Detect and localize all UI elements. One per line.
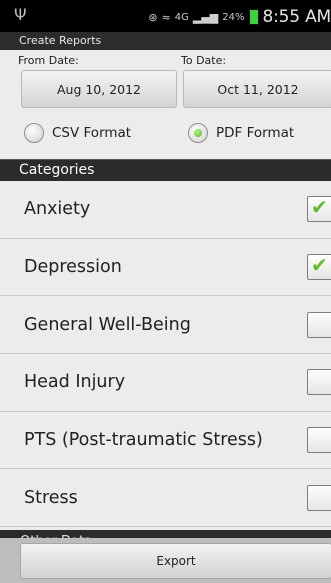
network-type: 4G [174, 11, 189, 23]
category-label: General Well-Being [24, 314, 191, 335]
anxiety-checkbox[interactable] [307, 195, 331, 223]
pts-checkbox[interactable] [307, 427, 331, 454]
to-date-label: To Date: [181, 54, 227, 67]
sync-icon: ⊛ [148, 10, 158, 24]
wifi-off-icon: ≈ [161, 10, 171, 24]
pdf-format-label: PDF Format [216, 125, 295, 141]
clock: 8:55 AM [262, 7, 331, 27]
categories-list: Anxiety Depression General Well-Being He… [0, 181, 331, 528]
battery-percent: 24% [222, 11, 245, 23]
page-title: Create Reports [19, 34, 102, 47]
signal-strength-icon: ▂▄▆ [192, 10, 219, 24]
category-label: Anxiety [24, 199, 91, 220]
head-injury-checkbox[interactable] [307, 369, 331, 396]
category-row-anxiety[interactable]: Anxiety [0, 181, 331, 239]
category-label: Stress [24, 487, 78, 508]
csv-format-radio[interactable]: CSV Format [24, 116, 131, 150]
general-well-being-checkbox[interactable] [307, 311, 331, 338]
battery-icon [248, 9, 259, 25]
bottom-bar: Export [0, 538, 331, 583]
category-label: PTS (Post-traumatic Stress) [24, 430, 263, 451]
pdf-format-radio[interactable]: PDF Format [188, 116, 294, 150]
usb-icon: Ψ [14, 5, 27, 24]
stress-checkbox[interactable] [307, 484, 331, 511]
depression-checkbox[interactable] [307, 253, 331, 281]
categories-header-label: Categories [19, 162, 95, 178]
title-bar: Create Reports [0, 32, 331, 50]
category-row-head-injury[interactable]: Head Injury [0, 354, 331, 412]
category-row-pts[interactable]: PTS (Post-traumatic Stress) [0, 411, 331, 470]
csv-format-label: CSV Format [52, 125, 132, 141]
category-row-general-well-being[interactable]: General Well-Being [0, 296, 331, 355]
categories-header: Categories [0, 159, 331, 181]
category-row-depression[interactable]: Depression [0, 238, 331, 297]
from-date-button[interactable]: Aug 10, 2012 [21, 70, 177, 108]
status-icons: ⊛ ≈ 4G ▂▄▆ 24% 8:55 AM [148, 7, 331, 27]
category-label: Head Injury [24, 372, 126, 393]
from-date-label: From Date: [18, 54, 79, 67]
screen: Ψ ⊛ ≈ 4G ▂▄▆ 24% 8:55 AM Create Reports … [0, 0, 331, 583]
category-label: Depression [24, 257, 122, 278]
status-bar: Ψ ⊛ ≈ 4G ▂▄▆ 24% 8:55 AM [0, 0, 331, 32]
date-labels: From Date: To Date: [0, 52, 331, 68]
category-row-stress[interactable]: Stress [0, 469, 331, 528]
to-date-button[interactable]: Oct 11, 2012 [183, 70, 331, 108]
export-button[interactable]: Export [20, 543, 331, 579]
pdf-radio-circle[interactable] [188, 123, 208, 143]
csv-radio-circle[interactable] [24, 123, 44, 143]
